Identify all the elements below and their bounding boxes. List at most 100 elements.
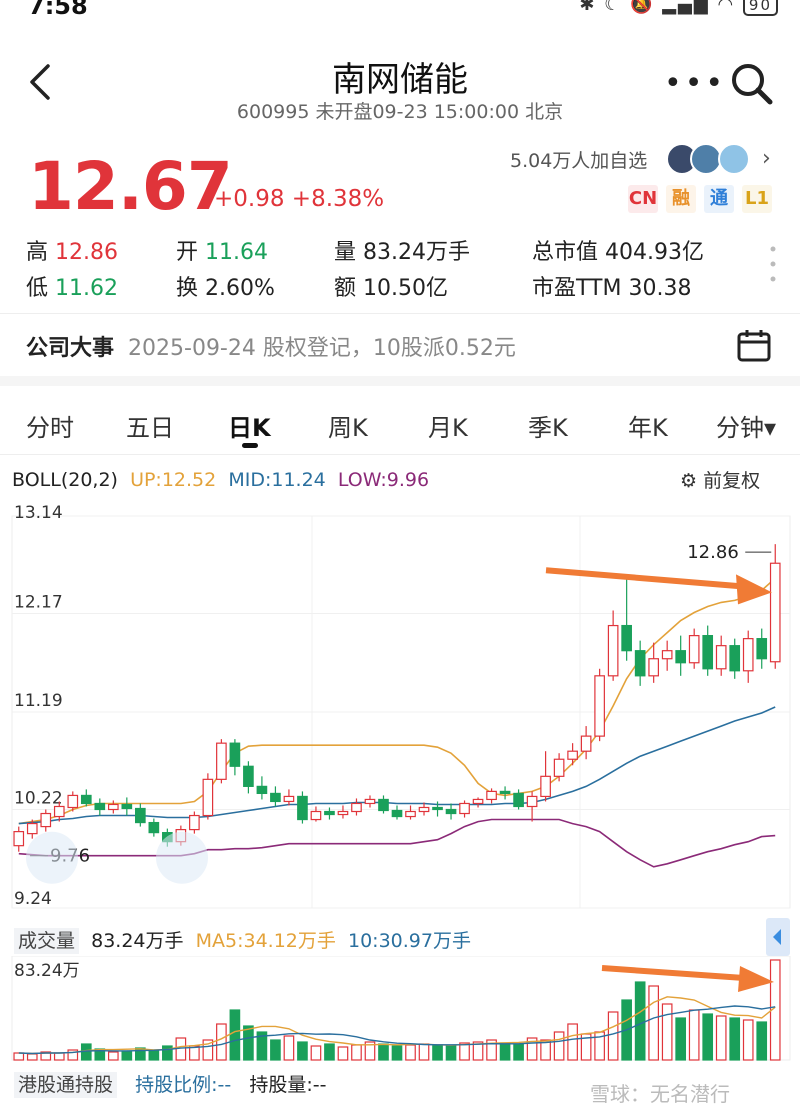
volume-bar <box>553 1031 565 1061</box>
boll-up-line <box>18 577 776 825</box>
volume-bar <box>445 1045 457 1061</box>
tab-intraday[interactable]: 分时 <box>26 408 74 443</box>
boll-legend[interactable]: BOLL(20,2) UP:12.52 MID:11.24 LOW:9.96 <box>12 469 429 491</box>
candle-body <box>648 658 659 677</box>
watchers-count[interactable]: 5.04万人加自选 <box>510 146 647 173</box>
volume-bar <box>418 1043 430 1061</box>
boll-up: UP:12.52 <box>130 469 217 491</box>
badge-融[interactable]: 融 <box>666 185 696 213</box>
divider <box>0 313 800 314</box>
candle-body <box>756 638 768 660</box>
amount-value: 10.50亿 <box>363 276 448 301</box>
candle-body <box>499 790 511 795</box>
candle-body <box>67 794 79 809</box>
candle-body <box>594 675 605 737</box>
status-bar: 7:58 ✱ ☾ 🔕 ▂▄▆ ◠ 90 <box>0 0 800 30</box>
tab-daily-k[interactable]: 日K <box>228 408 271 443</box>
turnover-value: 2.60% <box>205 276 275 301</box>
badge-cn[interactable]: CN <box>628 185 658 213</box>
zoom-right-icon <box>156 831 208 884</box>
expand-quote-icon[interactable] <box>770 244 776 284</box>
tab-monthly-k[interactable]: 月K <box>428 408 468 443</box>
volume-axis-top: 83.24万 <box>14 961 80 981</box>
quote-high: 高 12.86 <box>26 234 118 266</box>
turnover-label: 换 <box>176 276 199 301</box>
candle-body <box>553 758 565 777</box>
open-label: 开 <box>176 240 199 265</box>
annotation-arrow-shaft <box>545 567 743 590</box>
volume-bar <box>756 1021 768 1061</box>
candle-body <box>405 810 416 818</box>
volume-bar <box>405 1044 416 1061</box>
candle-body <box>297 795 308 821</box>
chevron-right-icon[interactable]: › <box>762 146 771 171</box>
candle-body <box>769 562 781 663</box>
candle-body <box>229 742 241 767</box>
volume-bar <box>324 1043 335 1061</box>
candle-body <box>310 810 322 821</box>
volume-bar <box>688 1009 700 1061</box>
tab-quarterly-k[interactable]: 季K <box>528 408 568 443</box>
candle-body <box>688 635 700 664</box>
y-tick-label: 11.19 <box>14 691 63 711</box>
tab-5day[interactable]: 五日 <box>126 408 174 443</box>
quote-pe: 市盈TTM 30.38 <box>532 270 691 302</box>
candle-body <box>445 808 457 815</box>
boll-mid: MID:11.24 <box>228 469 326 491</box>
y-tick-label: 13.14 <box>14 503 63 523</box>
calendar-icon[interactable] <box>736 328 772 362</box>
tab-minute[interactable]: 分钟▾ <box>716 408 776 443</box>
bluetooth-icon: ✱ <box>579 0 597 15</box>
quote-low: 低 11.62 <box>26 270 118 302</box>
volume-legend[interactable]: 成交量 83.24万手 MA5:34.12万手 10:30.97万手 <box>14 926 471 954</box>
candle-body <box>53 805 65 818</box>
kline-chart[interactable]: 13.1412.1711.1910.229.2412.869.76 <box>0 496 800 920</box>
volume-bar <box>391 1045 403 1061</box>
hk-holding-ratio: 持股比例:-- <box>135 1074 232 1096</box>
volume-bar <box>310 1045 322 1061</box>
volume-bar <box>675 1017 687 1061</box>
candle-body <box>283 795 295 803</box>
adjust-toggle[interactable]: ⚙ 前复权 <box>680 466 760 493</box>
wifi-icon: ◠ <box>717 0 736 15</box>
badge-通[interactable]: 通 <box>704 185 734 213</box>
low-value: 11.62 <box>55 276 118 301</box>
last-price: 12.67 <box>28 148 233 225</box>
candle-body <box>459 802 470 815</box>
candle-body <box>432 806 443 811</box>
volume-chart[interactable]: 83.24万 <box>0 956 800 1064</box>
volume-bar <box>607 1011 619 1061</box>
volume-bar <box>715 1015 727 1061</box>
watcher-avatars[interactable] <box>666 142 756 176</box>
tab-yearly-k[interactable]: 年K <box>628 408 668 443</box>
more-icon[interactable]: ••• <box>664 66 726 101</box>
collapse-side-icon[interactable] <box>766 918 790 956</box>
badge-l1[interactable]: L1 <box>742 185 772 213</box>
candle-body <box>324 810 335 816</box>
volume-bar <box>121 1050 133 1061</box>
candle-body <box>216 742 227 780</box>
volume-bar <box>648 985 659 1061</box>
divider <box>0 454 800 455</box>
volume-bar <box>742 1019 754 1061</box>
quote-volume: 量 83.24万手 <box>334 234 470 266</box>
avatar <box>690 143 722 175</box>
quote-amount: 额 10.50亿 <box>334 270 448 302</box>
candle-body <box>621 624 632 652</box>
company-event[interactable]: 公司大事 2025-09-24 股权登记，10股派0.52元 <box>26 330 516 362</box>
hk-holding-amount: 持股量:-- <box>249 1074 327 1096</box>
y-tick-label: 10.22 <box>14 788 63 808</box>
search-icon[interactable] <box>730 62 774 106</box>
settings-icon: ⚙ <box>680 470 698 492</box>
tab-weekly-k[interactable]: 周K <box>328 408 368 443</box>
avatar <box>718 143 750 175</box>
amount-label: 额 <box>334 276 357 301</box>
volume-bar <box>337 1046 349 1061</box>
volume-ma5-line <box>18 996 776 1055</box>
stock-subtitle: 600995 未开盘09-23 15:00:00 北京 <box>236 101 564 123</box>
volume-bar <box>661 1003 673 1061</box>
volume-bar <box>351 1044 362 1061</box>
candle-body <box>661 650 673 660</box>
volume-name: 成交量 <box>14 928 80 954</box>
volume-bar <box>148 1049 160 1061</box>
